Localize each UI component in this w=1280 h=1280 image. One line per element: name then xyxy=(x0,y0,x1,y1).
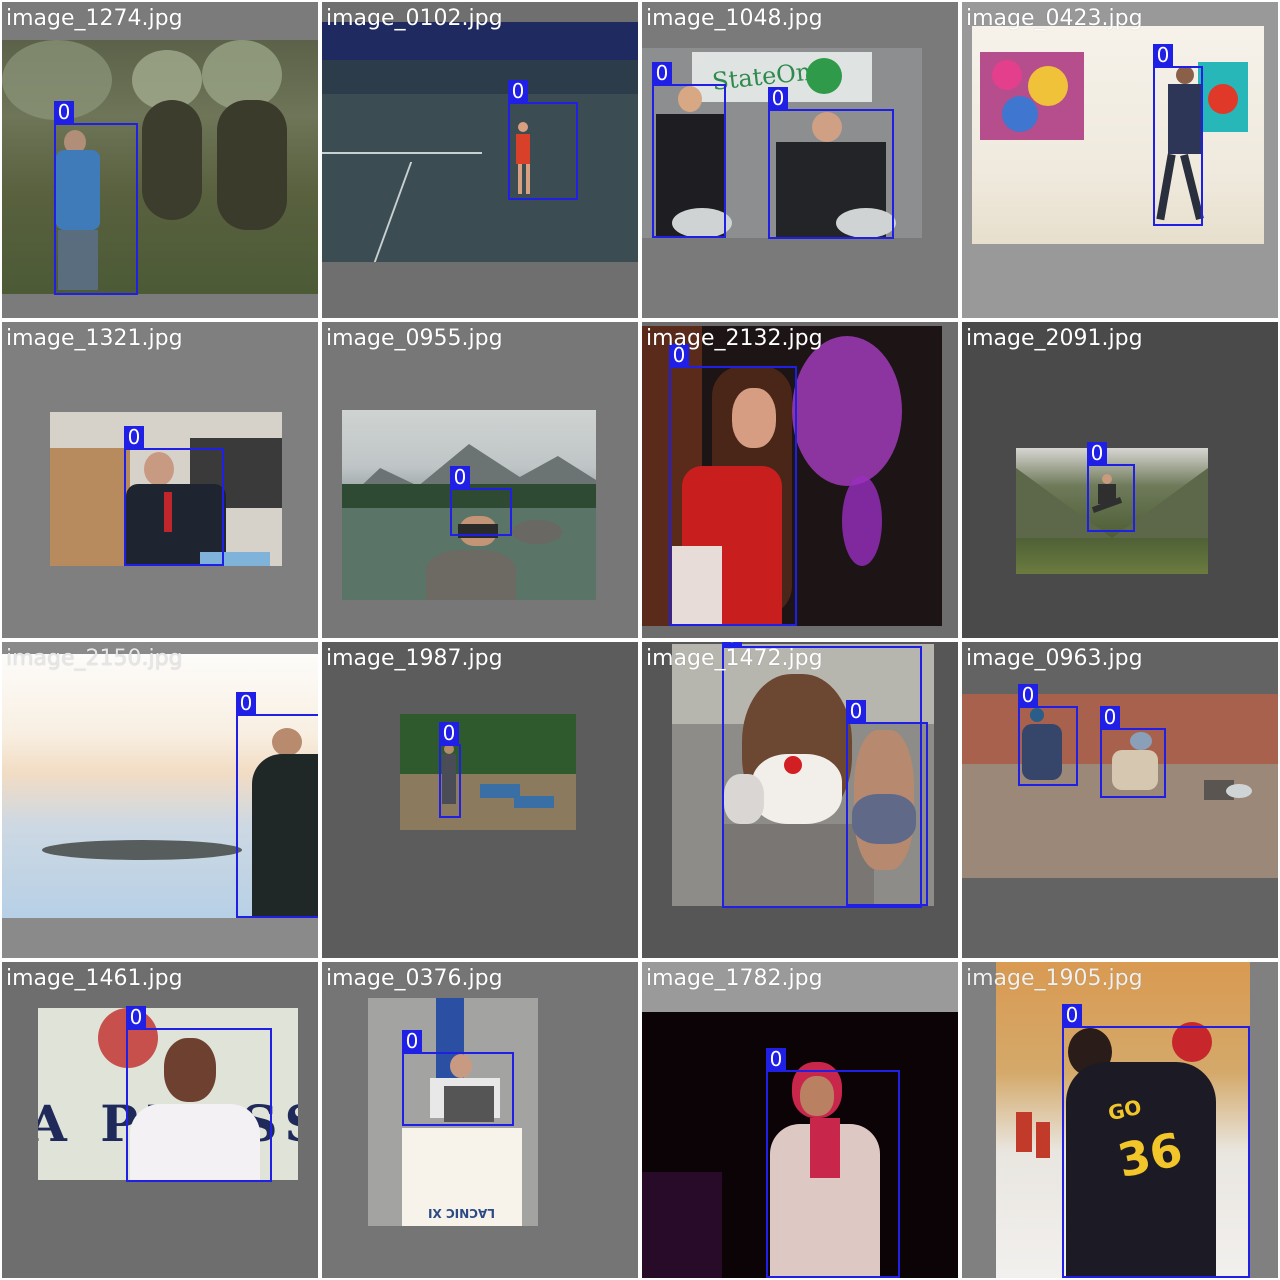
filename-label: image_0963.jpg xyxy=(966,646,1143,671)
class-label: 0 xyxy=(124,426,144,448)
tile-image-0102: 0 image_0102.jpg xyxy=(322,2,638,318)
bounding-box: 0 xyxy=(450,466,512,536)
class-label: 0 xyxy=(846,700,866,722)
bounding-box: 0 xyxy=(846,700,928,906)
tile-image-1472: 0 0 image_1472.jpg xyxy=(642,642,958,958)
filename-label: image_1987.jpg xyxy=(326,646,503,671)
filename-label: image_0102.jpg xyxy=(326,6,503,31)
class-label: 0 xyxy=(1018,684,1038,706)
bounding-box: 0 xyxy=(1100,706,1166,798)
class-label: 0 xyxy=(54,101,74,123)
photo xyxy=(322,22,638,262)
class-label: 0 xyxy=(126,1006,146,1028)
class-label: 0 xyxy=(439,722,459,744)
tile-image-2091: 0 image_2091.jpg xyxy=(962,322,1278,638)
filename-label: image_1321.jpg xyxy=(6,326,183,351)
filename-label: image_1461.jpg xyxy=(6,966,183,991)
bounding-box: 0 xyxy=(1153,44,1203,226)
filename-label: image_1274.jpg xyxy=(6,6,183,31)
tile-image-1782: 0 image_1782.jpg xyxy=(642,962,958,1278)
bounding-box: 0 xyxy=(652,62,726,238)
bounding-box: 0 xyxy=(439,722,461,818)
class-label: 0 xyxy=(768,87,788,109)
bounding-box: 0 xyxy=(1087,442,1135,532)
photo xyxy=(972,26,1264,244)
bounding-box: 0 xyxy=(54,101,138,295)
filename-label: image_0423.jpg xyxy=(966,6,1143,31)
filename-label: image_0955.jpg xyxy=(326,326,503,351)
tile-image-1321: 0 image_1321.jpg xyxy=(2,322,318,638)
bounding-box: 0 xyxy=(766,1048,900,1278)
sign-text: LACNIC XI xyxy=(428,1206,495,1220)
filename-label: image_1472.jpg xyxy=(646,646,823,671)
photo xyxy=(2,40,318,294)
filename-label: image_1048.jpg xyxy=(646,6,823,31)
tile-image-0955: 0 image_0955.jpg xyxy=(322,322,638,638)
tile-image-1048: StateOne 0 0 image_1048.jpg xyxy=(642,2,958,318)
tile-image-2150: 0 image_2150.jpg xyxy=(2,642,318,958)
tile-image-0963: 0 0 image_0963.jpg xyxy=(962,642,1278,958)
class-label: 0 xyxy=(508,80,528,102)
class-label: 0 xyxy=(1100,706,1120,728)
bounding-box: 0 xyxy=(402,1030,514,1126)
bounding-box: 0 xyxy=(124,426,224,566)
image-mosaic: 0 image_1274.jpg 0 image_0102.jpg StateO… xyxy=(0,0,1280,1280)
tile-image-1905: GO 36 0 image_1905.jpg xyxy=(962,962,1278,1278)
class-label: 0 xyxy=(766,1048,786,1070)
filename-label: image_1782.jpg xyxy=(646,966,823,991)
tile-image-1461: A PRESS 0 image_1461.jpg xyxy=(2,962,318,1278)
bounding-box: 0 xyxy=(669,344,797,626)
bounding-box: 0 xyxy=(126,1006,272,1182)
bounding-box: 0 xyxy=(1062,1004,1250,1278)
tile-image-0423: 0 image_0423.jpg xyxy=(962,2,1278,318)
bounding-box: 0 xyxy=(236,692,318,918)
tile-image-1274: 0 image_1274.jpg xyxy=(2,2,318,318)
tile-image-1987: 0 image_1987.jpg xyxy=(322,642,638,958)
bounding-box: 0 xyxy=(1018,684,1078,786)
tile-image-0376: LACNIC XI 0 image_0376.jpg xyxy=(322,962,638,1278)
filename-label: image_2091.jpg xyxy=(966,326,1143,351)
class-label: 0 xyxy=(450,466,470,488)
class-label: 0 xyxy=(1062,1004,1082,1026)
filename-label: image_0376.jpg xyxy=(326,966,503,991)
class-label: 0 xyxy=(236,692,256,714)
class-label: 0 xyxy=(1153,44,1173,66)
class-label: 0 xyxy=(1087,442,1107,464)
filename-label: image_2150.jpg xyxy=(6,646,183,671)
class-label: 0 xyxy=(652,62,672,84)
class-label: 0 xyxy=(402,1030,422,1052)
tile-image-2132: 0 image_2132.jpg xyxy=(642,322,958,638)
filename-label: image_1905.jpg xyxy=(966,966,1143,991)
bounding-box: 0 xyxy=(768,87,894,239)
photo xyxy=(400,714,576,830)
filename-label: image_2132.jpg xyxy=(646,326,823,351)
bounding-box: 0 xyxy=(508,80,578,200)
